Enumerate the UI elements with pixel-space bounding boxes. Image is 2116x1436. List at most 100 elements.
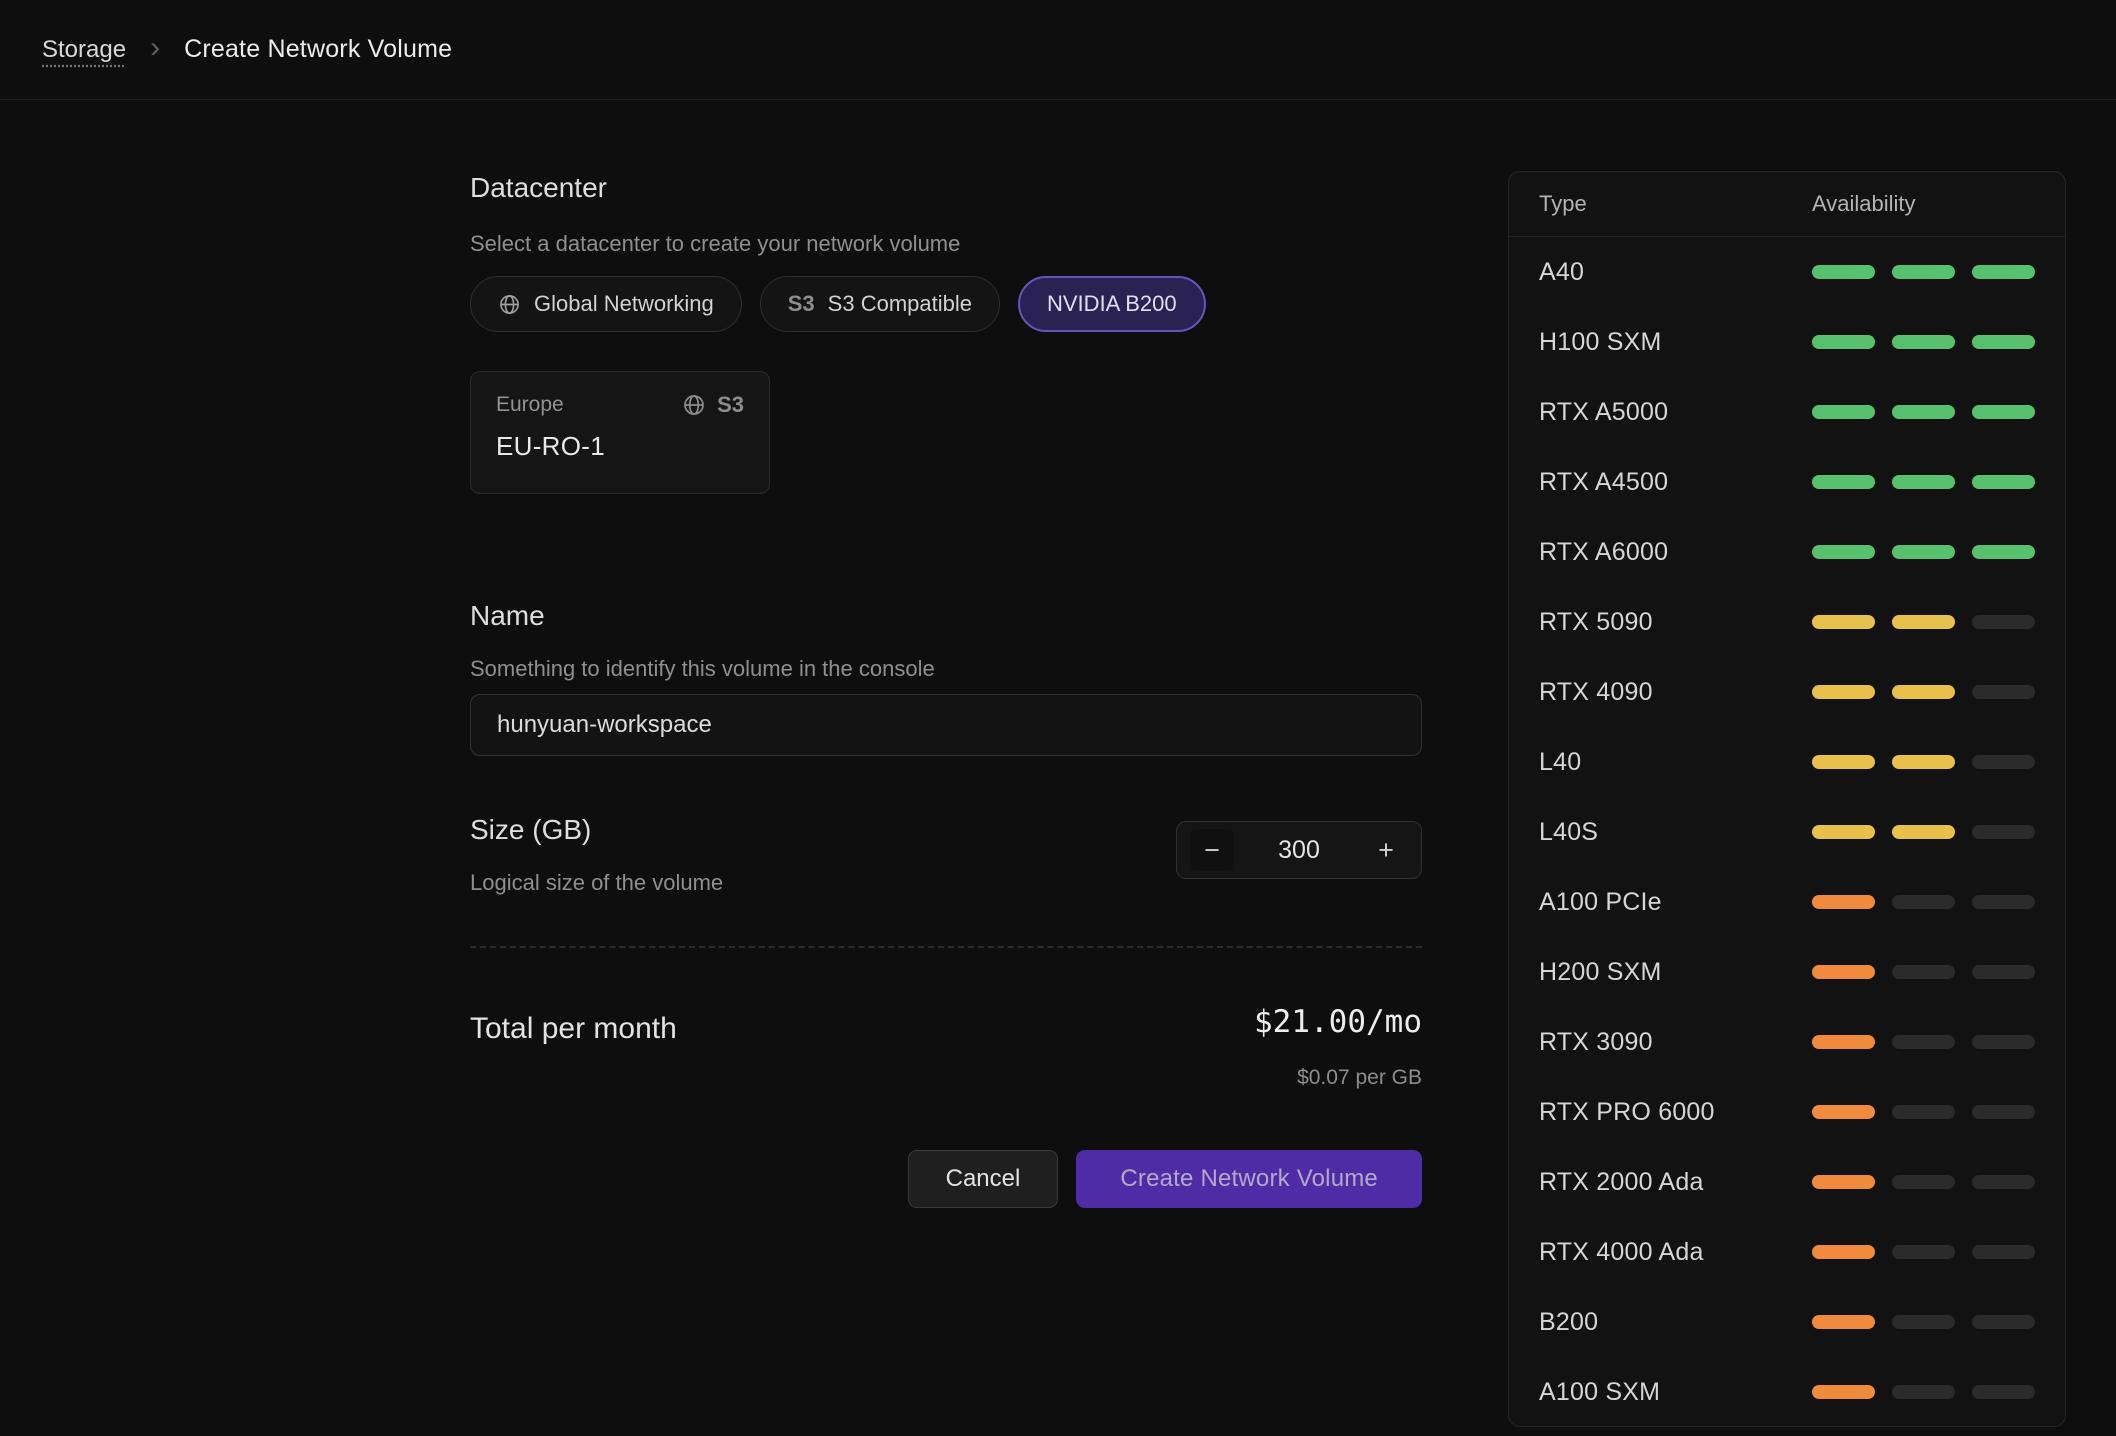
breadcrumb-link-storage[interactable]: Storage	[42, 36, 126, 64]
gpu-type-label: A40	[1539, 258, 1812, 287]
availability-bar-filled	[1892, 685, 1955, 699]
availability-bar-filled	[1812, 1315, 1875, 1329]
breadcrumb-chevron-icon: ›	[150, 33, 160, 63]
availability-bar-empty	[1892, 895, 1955, 909]
availability-bar-empty	[1972, 1175, 2035, 1189]
availability-bar-empty	[1972, 685, 2035, 699]
datacenter-section-title: Datacenter	[470, 172, 607, 204]
availability-bar-filled	[1892, 335, 1955, 349]
datacenter-card-header: Europe S3	[496, 392, 744, 418]
table-row: L40S	[1509, 797, 2065, 867]
availability-bar-filled	[1892, 265, 1955, 279]
availability-bar-filled	[1892, 755, 1955, 769]
availability-bar-filled	[1812, 545, 1875, 559]
gpu-type-label: L40S	[1539, 818, 1812, 847]
size-stepper: − 300 +	[1176, 821, 1422, 879]
availability-bars	[1812, 335, 2035, 349]
globe-icon	[682, 393, 706, 417]
availability-bar-filled	[1972, 475, 2035, 489]
availability-bar-empty	[1892, 1035, 1955, 1049]
availability-bar-filled	[1812, 1175, 1875, 1189]
availability-bars	[1812, 475, 2035, 489]
availability-bar-filled	[1972, 265, 2035, 279]
breadcrumb: Storage › Create Network Volume	[0, 0, 2116, 100]
filter-chip-label: S3 Compatible	[828, 291, 972, 317]
gpu-type-label: RTX A5000	[1539, 398, 1812, 427]
availability-bar-empty	[1972, 615, 2035, 629]
availability-bar-filled	[1812, 1245, 1875, 1259]
availability-bar-filled	[1812, 1385, 1875, 1399]
availability-bars	[1812, 1035, 2035, 1049]
table-row: RTX A6000	[1509, 517, 2065, 587]
availability-bar-empty	[1972, 1245, 2035, 1259]
availability-bar-filled	[1812, 265, 1875, 279]
availability-bar-empty	[1972, 895, 2035, 909]
availability-bar-empty	[1892, 1385, 1955, 1399]
volume-name-input[interactable]	[470, 694, 1422, 756]
gpu-type-label: H200 SXM	[1539, 958, 1812, 987]
table-row: RTX 3090	[1509, 1007, 2065, 1077]
gpu-type-label: A100 PCIe	[1539, 888, 1812, 917]
availability-bar-filled	[1812, 685, 1875, 699]
availability-bars	[1812, 685, 2035, 699]
create-volume-button[interactable]: Create Network Volume	[1076, 1150, 1422, 1208]
table-row: RTX PRO 6000	[1509, 1077, 2065, 1147]
availability-bar-filled	[1972, 545, 2035, 559]
availability-bar-filled	[1892, 615, 1955, 629]
table-row: A100 SXM	[1509, 1357, 2065, 1427]
availability-bar-filled	[1812, 405, 1875, 419]
size-value[interactable]: 300	[1278, 836, 1320, 865]
availability-bars	[1812, 965, 2035, 979]
datacenter-filter-chips: Global Networking S3 S3 Compatible NVIDI…	[470, 276, 1206, 332]
availability-bars	[1812, 405, 2035, 419]
availability-bar-filled	[1812, 825, 1875, 839]
table-row: RTX 4000 Ada	[1509, 1217, 2065, 1287]
gpu-type-label: A100 SXM	[1539, 1378, 1812, 1407]
availability-bar-empty	[1972, 825, 2035, 839]
datacenter-name: EU-RO-1	[496, 431, 744, 462]
gpu-type-label: RTX 5090	[1539, 608, 1812, 637]
price-per-gb: $0.07 per GB	[470, 1066, 1422, 1090]
cancel-button[interactable]: Cancel	[908, 1150, 1059, 1208]
filter-chip-nvidia-b200[interactable]: NVIDIA B200	[1018, 276, 1206, 332]
availability-bars	[1812, 1385, 2035, 1399]
filter-chip-s3-compatible[interactable]: S3 S3 Compatible	[760, 276, 1000, 332]
availability-bar-filled	[1812, 615, 1875, 629]
availability-bars	[1812, 545, 2035, 559]
availability-bar-filled	[1812, 335, 1875, 349]
availability-bar-empty	[1972, 1105, 2035, 1119]
availability-bar-filled	[1892, 405, 1955, 419]
gpu-type-label: RTX 3090	[1539, 1028, 1812, 1057]
gpu-type-label: RTX 4000 Ada	[1539, 1238, 1812, 1267]
gpu-type-label: RTX A6000	[1539, 538, 1812, 567]
availability-bar-filled	[1812, 965, 1875, 979]
increase-size-button[interactable]: +	[1365, 829, 1407, 871]
size-section-title: Size (GB)	[470, 814, 591, 846]
column-header-availability: Availability	[1812, 191, 2035, 217]
filter-chip-global-networking[interactable]: Global Networking	[470, 276, 742, 332]
table-row: L40	[1509, 727, 2065, 797]
filter-chip-label: NVIDIA B200	[1047, 291, 1177, 317]
gpu-availability-card: Type Availability A40H100 SXMRTX A5000RT…	[1508, 171, 2066, 1427]
datacenter-card-badges: S3	[682, 392, 744, 418]
availability-rows: A40H100 SXMRTX A5000RTX A4500RTX A6000RT…	[1509, 237, 2065, 1427]
s3-badge: S3	[717, 392, 744, 418]
gpu-type-label: RTX PRO 6000	[1539, 1098, 1812, 1127]
table-row: RTX 4090	[1509, 657, 2065, 727]
gpu-type-label: B200	[1539, 1308, 1812, 1337]
availability-bars	[1812, 895, 2035, 909]
page-title: Create Network Volume	[184, 35, 452, 64]
gpu-type-label: RTX 2000 Ada	[1539, 1168, 1812, 1197]
availability-bar-filled	[1812, 475, 1875, 489]
s3-icon: S3	[788, 291, 815, 317]
table-row: RTX A4500	[1509, 447, 2065, 517]
availability-bars	[1812, 1245, 2035, 1259]
availability-bars	[1812, 1315, 2035, 1329]
availability-bar-filled	[1972, 335, 2035, 349]
decrease-size-button[interactable]: −	[1191, 829, 1233, 871]
column-header-type: Type	[1539, 191, 1812, 217]
name-section-subtitle: Something to identify this volume in the…	[470, 656, 935, 682]
name-section-title: Name	[470, 600, 545, 632]
availability-bars	[1812, 1105, 2035, 1119]
datacenter-card-eu-ro-1[interactable]: Europe S3 EU-RO-1	[470, 371, 770, 494]
